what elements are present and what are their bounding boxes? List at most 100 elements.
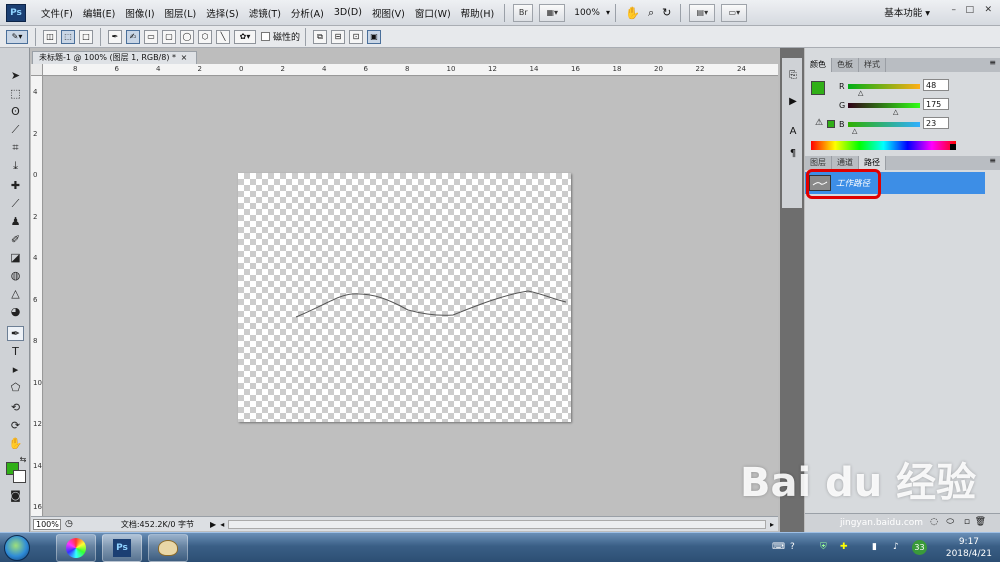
web-safe-swatch[interactable] bbox=[827, 120, 835, 128]
rectangle-tool-button[interactable]: ▭ bbox=[144, 29, 158, 44]
marquee-icon[interactable]: ⬚ bbox=[7, 86, 24, 101]
fill-pixels-button[interactable]: □ bbox=[79, 29, 93, 44]
history-panel-icon[interactable]: ⎘ bbox=[786, 68, 800, 82]
start-button[interactable] bbox=[4, 535, 30, 561]
quick-select-icon[interactable]: ⟋ bbox=[7, 122, 24, 137]
load-selection-icon[interactable]: ◌ bbox=[930, 517, 938, 527]
rotate-view-icon[interactable]: ↻ bbox=[662, 6, 671, 19]
b-value-field[interactable]: 23 bbox=[923, 117, 949, 129]
zoom-level-dropdown[interactable]: 100% bbox=[574, 8, 600, 18]
blur-icon[interactable]: △ bbox=[7, 286, 24, 301]
rounded-rect-tool-button[interactable]: ▢ bbox=[162, 29, 176, 44]
crop-icon[interactable]: ⌗ bbox=[7, 140, 24, 155]
bridge-button[interactable]: Br bbox=[513, 3, 534, 22]
chevron-down-icon[interactable]: ▾ bbox=[606, 8, 610, 17]
restore-button[interactable]: □ bbox=[965, 5, 974, 15]
custom-shape-button[interactable]: ✿▾ bbox=[234, 29, 256, 44]
shape-layers-button[interactable]: ◫ bbox=[43, 29, 57, 44]
swap-colors-icon[interactable]: ⇆ bbox=[18, 452, 28, 467]
tab-swatches[interactable]: 色板 bbox=[832, 58, 859, 72]
pen-tool-button[interactable]: ✒ bbox=[108, 29, 122, 44]
lasso-icon[interactable]: ʘ bbox=[7, 104, 24, 119]
horizontal-scrollbar[interactable] bbox=[228, 519, 766, 529]
b-slider[interactable] bbox=[848, 122, 920, 127]
workspace-switcher[interactable]: 基本功能 ▾ bbox=[884, 5, 930, 19]
ruler-origin[interactable] bbox=[31, 64, 43, 76]
eraser-icon[interactable]: ◪ bbox=[7, 250, 24, 265]
history-brush-icon[interactable]: ✐ bbox=[7, 232, 24, 247]
r-value-field[interactable]: 48 bbox=[923, 79, 949, 91]
black-swatch[interactable] bbox=[950, 144, 956, 150]
tool-preset-picker[interactable]: ✎▾ bbox=[6, 29, 28, 44]
zoom-field[interactable]: 100% bbox=[33, 518, 61, 530]
screen-mode-button[interactable]: ▭▾ bbox=[721, 3, 748, 22]
g-slider[interactable] bbox=[848, 103, 920, 108]
paths-mode-button[interactable]: ⬚ bbox=[61, 29, 75, 44]
scroll-left-icon[interactable]: ◂ bbox=[220, 520, 224, 529]
tray-shield-icon[interactable]: ⛨ bbox=[820, 542, 827, 552]
hand-icon[interactable]: ✋ bbox=[7, 436, 24, 451]
tab-layers[interactable]: 图层 bbox=[805, 156, 832, 170]
new-path-icon[interactable]: ▫ bbox=[964, 517, 970, 527]
vertical-ruler[interactable]: 4 2 0 2 4 6 8 10 12 14 16 bbox=[31, 64, 43, 516]
r-slider-thumb[interactable]: △ bbox=[858, 89, 863, 97]
fg-color-preview[interactable] bbox=[811, 81, 825, 95]
gradient-icon[interactable]: ◍ bbox=[7, 268, 24, 283]
arrange-documents-button[interactable]: ▤▾ bbox=[689, 3, 716, 22]
tray-help-icon[interactable]: ? bbox=[790, 542, 795, 552]
freeform-pen-button[interactable]: ✍ bbox=[126, 29, 140, 44]
photoshop-logo[interactable]: Ps bbox=[6, 3, 26, 22]
type-icon[interactable]: T bbox=[7, 344, 24, 359]
close-button[interactable]: ✕ bbox=[984, 5, 992, 15]
menu-file[interactable]: 文件(F) bbox=[36, 6, 78, 20]
background-color-swatch[interactable] bbox=[13, 470, 26, 483]
view-extras-button[interactable]: ▦▾ bbox=[539, 3, 566, 22]
color-spectrum-bar[interactable] bbox=[811, 141, 956, 150]
menu-layer[interactable]: 图层(L) bbox=[160, 6, 202, 20]
exclude-path-button[interactable]: ▣ bbox=[367, 29, 382, 44]
taskbar-app-color-icon[interactable] bbox=[56, 534, 96, 562]
status-menu-icon[interactable]: ◷ bbox=[65, 519, 73, 529]
menu-filter[interactable]: 滤镜(T) bbox=[244, 6, 286, 20]
taskbar-photoshop-icon[interactable]: Ps bbox=[102, 534, 142, 562]
eyedropper-icon[interactable]: ⤓ bbox=[7, 158, 24, 173]
b-slider-thumb[interactable]: △ bbox=[852, 127, 857, 135]
add-to-path-button[interactable]: ⧉ bbox=[313, 29, 328, 44]
minimize-button[interactable]: – bbox=[952, 5, 957, 15]
gamut-warning-icon[interactable]: ⚠ bbox=[815, 118, 823, 128]
scroll-right-icon[interactable]: ▸ bbox=[770, 520, 774, 529]
document-tab[interactable]: 未标题-1 @ 100% (图层 1, RGB/8) * × bbox=[32, 51, 197, 64]
g-slider-thumb[interactable]: △ bbox=[893, 108, 898, 116]
tab-channels[interactable]: 通道 bbox=[832, 156, 859, 170]
menu-view[interactable]: 视图(V) bbox=[367, 6, 410, 20]
tray-volume-icon[interactable]: ♪ bbox=[893, 542, 899, 552]
magnetic-checkbox[interactable]: 磁性的 bbox=[261, 30, 300, 43]
shape-icon[interactable]: ⬠ bbox=[7, 380, 24, 395]
close-tab-icon[interactable]: × bbox=[181, 53, 188, 62]
zoom-tool-icon[interactable]: ⌕ bbox=[648, 6, 654, 20]
paragraph-panel-icon[interactable]: ¶ bbox=[786, 146, 800, 160]
path-select-icon[interactable]: ▸ bbox=[7, 362, 24, 377]
dodge-icon[interactable]: ◕ bbox=[7, 304, 24, 319]
status-arrow-icon[interactable]: ▶ bbox=[210, 520, 216, 529]
menu-help[interactable]: 帮助(H) bbox=[456, 6, 500, 20]
tab-color[interactable]: 颜色 bbox=[805, 58, 832, 72]
menu-3d[interactable]: 3D(D) bbox=[329, 7, 367, 18]
taskbar-paint-icon[interactable] bbox=[148, 534, 188, 562]
horizontal-ruler[interactable]: 8 6 4 2 0 2 4 6 8 10 12 14 16 18 20 22 24 bbox=[43, 64, 778, 76]
panel-menu-icon[interactable]: ≡ bbox=[989, 156, 1000, 170]
tray-badge-icon[interactable]: 33 bbox=[912, 540, 927, 555]
polygon-tool-button[interactable]: ⬡ bbox=[198, 29, 212, 44]
menu-window[interactable]: 窗口(W) bbox=[410, 6, 456, 20]
make-work-path-icon[interactable]: ⬭ bbox=[946, 517, 954, 527]
move-icon[interactable]: ➤ bbox=[7, 68, 24, 83]
document-canvas[interactable] bbox=[238, 173, 571, 422]
menu-image[interactable]: 图像(I) bbox=[120, 6, 159, 20]
character-panel-icon[interactable]: A bbox=[786, 124, 800, 138]
3d-orbit-icon[interactable]: ⟳ bbox=[7, 418, 24, 433]
checkbox-box[interactable] bbox=[261, 32, 270, 41]
g-value-field[interactable]: 175 bbox=[923, 98, 949, 110]
quick-mask-icon[interactable]: ◙ bbox=[7, 488, 24, 503]
tray-network-icon[interactable]: ▮ bbox=[872, 542, 877, 552]
tab-styles[interactable]: 样式 bbox=[859, 58, 886, 72]
